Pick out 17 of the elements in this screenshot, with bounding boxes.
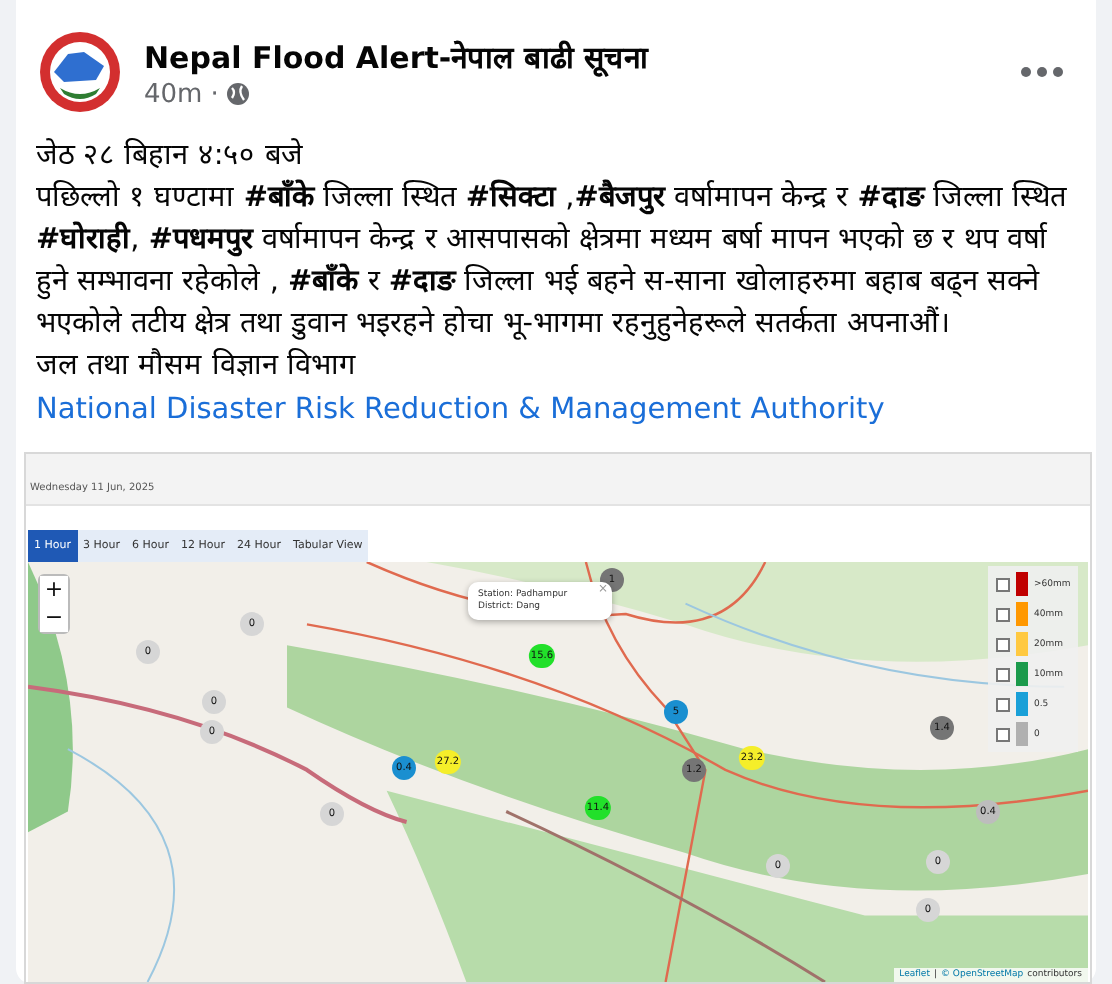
legend-checkbox[interactable] bbox=[996, 727, 1010, 741]
legend-checkbox[interactable] bbox=[996, 667, 1010, 681]
globe-icon bbox=[226, 82, 251, 106]
legend-checkbox[interactable] bbox=[996, 697, 1010, 711]
post-text: जल तथा मौसम विज्ञान विभाग bbox=[36, 346, 358, 386]
post-time[interactable]: 40m bbox=[144, 79, 203, 109]
post-text: पछिल्लो १ घण्टामा #बाँके जिल्ला स्थित #सिक्टा ,#बैजपुर वर्षामापन केन्द्र र #दाङ जिल्ला स्थित #घोराही, #पधमपुर वर्षामापन केन्द्र र आसपासको क्षेत्रमा मध्यम बर्षा मापन भएको छ र थप वर्षा हुने सम्भावना रहेकोले , #बाँके र #दाङ जिल्ला भई बहने स-साना खोलाहरुमा बहाब बढ्न सक्ने भएकोले तटीय क्षेत्र तथा डुवान भइरहने होचा भू-भागमा रहनुहुनेहरूले सतर्कता अपनाऔं। bbox=[36, 178, 1069, 346]
authority-link[interactable]: National Disaster Risk Reduction & Management Authority bbox=[36, 394, 885, 426]
map-screenshot[interactable] bbox=[24, 452, 1092, 984]
avatar[interactable] bbox=[36, 28, 124, 116]
post-text: जेठ २८ बिहान ४:५० बजे bbox=[36, 136, 305, 176]
legend-checkbox[interactable] bbox=[996, 577, 1010, 591]
more-options-icon[interactable] bbox=[1020, 66, 1064, 78]
legend-checkbox[interactable] bbox=[996, 637, 1010, 651]
legend-checkbox[interactable] bbox=[996, 607, 1010, 621]
page-name[interactable]: Nepal Flood Alert-नेपाल बाढी सूचना bbox=[144, 35, 1000, 75]
separator: · bbox=[210, 79, 219, 109]
